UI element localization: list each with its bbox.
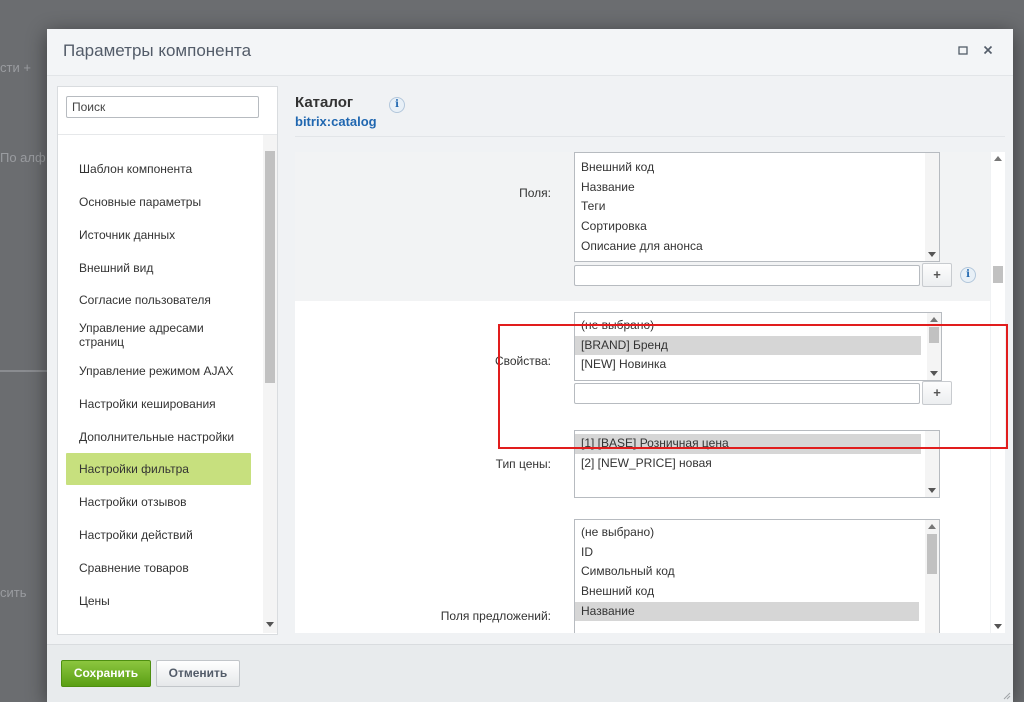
component-code: bitrix:catalog bbox=[295, 114, 377, 129]
sidebar-item-label: Управление режимом AJAX bbox=[79, 364, 234, 378]
fields-label: Поля: bbox=[519, 186, 551, 200]
list-option[interactable]: Внешний код bbox=[575, 158, 939, 178]
dialog-footer: Сохранить Отменить bbox=[47, 644, 1013, 702]
background-text-2: По алф bbox=[0, 150, 46, 165]
sidebar-scroll-thumb[interactable] bbox=[265, 151, 275, 383]
scroll-down-arrow-icon[interactable] bbox=[266, 622, 274, 627]
fields-add-button[interactable]: + bbox=[922, 263, 952, 287]
sidebar-item-user-consent[interactable]: Согласие пользователя bbox=[66, 284, 251, 315]
sidebar-item-url-management[interactable]: Управление адресами страниц bbox=[66, 315, 251, 355]
sidebar-item-template[interactable]: Шаблон компонента bbox=[66, 152, 251, 185]
list-option[interactable]: Описание для анонса bbox=[575, 237, 939, 257]
sidebar-item-actions[interactable]: Настройки действий bbox=[66, 518, 251, 551]
sidebar: Шаблон компонента Основные параметры Ист… bbox=[57, 86, 278, 635]
list-option[interactable]: ID bbox=[575, 543, 919, 563]
sidebar-item-label: Цены bbox=[79, 593, 110, 608]
component-title: Каталог bbox=[295, 94, 354, 111]
sidebar-item-label: Шаблон компонента bbox=[79, 161, 193, 176]
sidebar-item-filter-settings[interactable]: Настройки фильтра bbox=[66, 453, 251, 485]
scroll-down-arrow-icon[interactable] bbox=[994, 624, 1002, 629]
sidebar-item-label: Согласие пользователя bbox=[79, 292, 211, 307]
sidebar-item-label: Основные параметры bbox=[79, 194, 202, 209]
search-input[interactable] bbox=[66, 96, 259, 118]
background-line bbox=[0, 370, 47, 372]
sidebar-item-label: Источник данных bbox=[79, 227, 176, 242]
list-option[interactable]: Сортировка bbox=[575, 217, 939, 237]
list-option[interactable]: (не выбрано) bbox=[575, 523, 919, 543]
offer-fields-scroll-thumb[interactable] bbox=[927, 534, 937, 574]
list-option[interactable]: Символьный код bbox=[575, 562, 919, 582]
main-scroll-thumb[interactable] bbox=[993, 266, 1003, 283]
sidebar-item-caching[interactable]: Настройки кеширования bbox=[66, 387, 251, 420]
main-panel: Каталог bitrix:catalog i Поля: Внешний к… bbox=[295, 86, 1008, 633]
sidebar-item-data-source[interactable]: Источник данных bbox=[66, 218, 251, 251]
offer-fields-label: Поля предложений: bbox=[440, 609, 551, 623]
dialog-title: Параметры компонента bbox=[63, 41, 252, 60]
fields-text-input[interactable] bbox=[574, 265, 920, 286]
sidebar-item-ajax-mode[interactable]: Управление режимом AJAX bbox=[66, 355, 251, 387]
sidebar-item-label: Управление адресами страниц bbox=[79, 321, 204, 349]
background-text-3: сить bbox=[0, 585, 27, 600]
sidebar-item-label: Настройки отзывов bbox=[79, 494, 187, 509]
resize-handle-icon[interactable] bbox=[1001, 690, 1011, 700]
sidebar-divider bbox=[58, 134, 277, 135]
sidebar-scrollbar[interactable] bbox=[263, 135, 277, 633]
close-icon[interactable] bbox=[980, 43, 996, 59]
sidebar-item-label: Внешний вид bbox=[79, 260, 154, 275]
sidebar-item-label: Настройки действий bbox=[79, 527, 193, 542]
scroll-up-arrow-icon[interactable] bbox=[930, 317, 938, 322]
sidebar-menu: Шаблон компонента Основные параметры Ист… bbox=[66, 152, 262, 617]
dialog-header: Параметры компонента bbox=[47, 29, 1013, 76]
header-divider bbox=[295, 136, 1005, 137]
info-icon[interactable]: i bbox=[389, 97, 405, 113]
maximize-icon[interactable] bbox=[955, 43, 971, 59]
price-type-label: Тип цены: bbox=[495, 457, 551, 471]
sidebar-item-appearance[interactable]: Внешний вид bbox=[66, 251, 251, 284]
scroll-down-arrow-icon[interactable] bbox=[928, 252, 936, 257]
sidebar-item-label: Сравнение товаров bbox=[79, 560, 189, 575]
fields-scrollbar[interactable] bbox=[925, 153, 939, 261]
list-option-selected[interactable]: Название bbox=[575, 601, 919, 622]
offer-fields-scrollbar[interactable] bbox=[925, 520, 939, 633]
sidebar-item-label: Настройки кеширования bbox=[79, 396, 216, 411]
properties-highlight-frame bbox=[498, 324, 1008, 449]
list-option[interactable]: [2] [NEW_PRICE] новая bbox=[575, 454, 921, 474]
sidebar-item-compare[interactable]: Сравнение товаров bbox=[66, 551, 251, 584]
fields-info-icon[interactable]: i bbox=[960, 267, 976, 283]
list-option[interactable]: Внешний код bbox=[575, 582, 919, 602]
sidebar-item-main-params[interactable]: Основные параметры bbox=[66, 185, 251, 218]
sidebar-item-additional-settings[interactable]: Дополнительные настройки bbox=[66, 420, 251, 453]
scroll-up-arrow-icon[interactable] bbox=[928, 524, 936, 529]
sidebar-item-label: Дополнительные настройки bbox=[79, 429, 235, 444]
sidebar-item-label: Настройки фильтра bbox=[79, 462, 189, 476]
background-text-1: сти + bbox=[0, 60, 31, 75]
scroll-up-arrow-icon[interactable] bbox=[994, 156, 1002, 161]
scroll-down-arrow-icon[interactable] bbox=[928, 488, 936, 493]
save-button[interactable]: Сохранить bbox=[61, 660, 151, 687]
list-option[interactable]: Теги bbox=[575, 197, 939, 217]
sidebar-item-prices[interactable]: Цены bbox=[66, 584, 251, 617]
fields-listbox[interactable]: Внешний код Название Теги Сортировка Опи… bbox=[574, 152, 940, 262]
offer-fields-listbox[interactable]: (не выбрано) ID Символьный код Внешний к… bbox=[574, 519, 940, 633]
sidebar-item-reviews[interactable]: Настройки отзывов bbox=[66, 485, 251, 518]
component-parameters-dialog: Параметры компонента Шаблон компонента О… bbox=[47, 29, 1013, 702]
list-option[interactable]: Название bbox=[575, 178, 939, 198]
cancel-button[interactable]: Отменить bbox=[156, 660, 240, 687]
